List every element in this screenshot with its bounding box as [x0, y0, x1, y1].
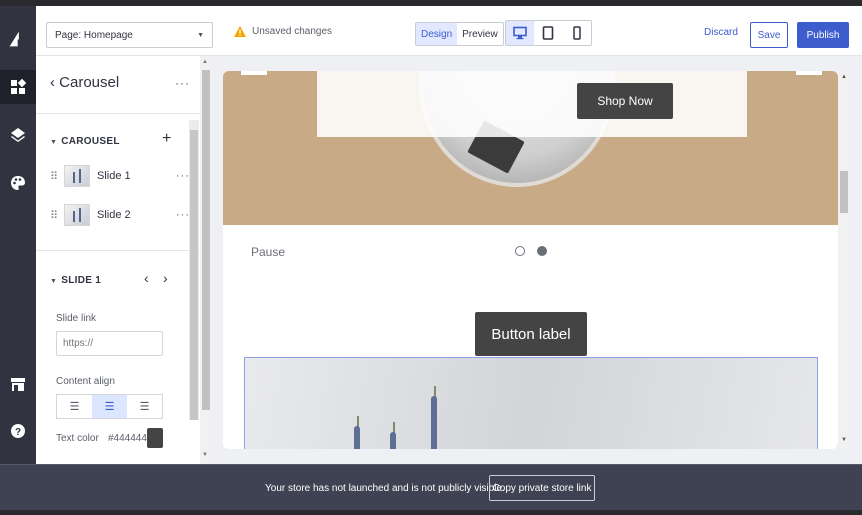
slide-label: Slide 1 — [97, 170, 131, 182]
more-options-icon[interactable]: ··· — [176, 170, 190, 182]
flower-shape — [431, 396, 437, 449]
store-icon[interactable] — [0, 367, 36, 401]
palette-icon[interactable] — [0, 166, 36, 200]
launch-status-message: Your store has not launched and is not p… — [265, 483, 505, 494]
slide-link-input[interactable] — [56, 331, 163, 356]
panel-title: Carousel — [59, 74, 120, 91]
panel-inner-scroll-thumb[interactable] — [190, 130, 198, 420]
page-select[interactable]: Page: Homepage ▼ — [46, 22, 213, 48]
settings-panel: ‹ Carousel ··· ▼ CAROUSEL + ⠿ Slide 1 ···… — [36, 56, 204, 464]
carousel-dot-2[interactable] — [537, 246, 547, 256]
drag-handle-icon[interactable]: ⠿ — [50, 209, 60, 222]
scroll-down-icon[interactable]: ▼ — [841, 437, 847, 443]
text-color-label: Text color — [56, 433, 99, 444]
canvas-scroll-thumb[interactable] — [840, 171, 848, 213]
pause-button[interactable]: Pause — [251, 245, 285, 259]
window-bottom-strip — [0, 510, 862, 515]
unsaved-indicator: Unsaved changes — [234, 26, 332, 37]
previous-slide-icon[interactable]: ‹ — [144, 270, 149, 286]
align-right-icon[interactable]: ☰ — [127, 395, 162, 418]
caret-down-icon: ▼ — [50, 139, 58, 146]
help-icon[interactable]: ? — [0, 414, 36, 448]
editor-app: B ? Page: Homepage ▼ Unsaved changes Des… — [0, 0, 862, 515]
svg-text:?: ? — [15, 427, 21, 438]
carousel-section-toggle[interactable]: ▼ CAROUSEL — [50, 136, 120, 147]
publish-button[interactable]: Publish — [797, 22, 849, 48]
tablet-icon[interactable] — [534, 21, 562, 45]
discard-button[interactable]: Discard — [704, 27, 738, 38]
section-divider — [36, 250, 203, 251]
flower-shape — [390, 432, 396, 449]
back-to-carousel[interactable]: ‹ Carousel — [50, 74, 119, 91]
text-color-swatch[interactable] — [147, 428, 163, 448]
drag-handle-icon[interactable]: ⠿ — [50, 170, 60, 183]
page-select-value: Page: Homepage — [55, 29, 133, 41]
unsaved-label: Unsaved changes — [252, 26, 333, 37]
svg-text:B: B — [17, 38, 24, 49]
add-slide-icon[interactable]: + — [162, 130, 171, 148]
panel-header: ‹ Carousel ··· — [36, 56, 203, 114]
panel-scrollbar[interactable]: ▲ ▼ — [200, 56, 212, 464]
copy-private-link-button[interactable]: Copy private store link — [489, 475, 595, 501]
flower-shape — [354, 426, 360, 449]
hero-content-card: Shop Now — [317, 71, 747, 137]
left-rail: B ? — [0, 6, 36, 464]
carousel-hero-slide[interactable]: Shop Now — [223, 71, 838, 225]
next-slide-icon[interactable]: › — [163, 270, 168, 286]
hero-edge-marker — [241, 71, 267, 75]
preview-mode-button[interactable]: Preview — [457, 23, 503, 45]
layers-icon[interactable] — [0, 118, 36, 152]
slide-section-toggle[interactable]: ▼ SLIDE 1 — [50, 275, 101, 286]
launch-status-bar: Your store has not launched and is not p… — [0, 464, 862, 515]
carousel-section-title: CAROUSEL — [61, 136, 120, 147]
top-toolbar: Page: Homepage ▼ Unsaved changes Design … — [36, 6, 862, 56]
more-options-icon[interactable]: ··· — [176, 209, 190, 221]
align-center-icon[interactable]: ☰ — [92, 395, 127, 418]
canvas-scrollbar[interactable]: ▲ ▼ — [838, 71, 850, 449]
page-preview-frame: Shop Now Pause Button label — [223, 71, 838, 449]
logo-icon[interactable]: B — [6, 28, 30, 52]
slide-thumbnail — [64, 165, 90, 187]
warning-icon — [234, 26, 246, 37]
text-color-value: #444444 — [108, 433, 147, 444]
chevron-down-icon: ▼ — [197, 31, 204, 39]
button-label-button[interactable]: Button label — [475, 312, 587, 356]
sections-icon[interactable] — [0, 70, 36, 104]
scroll-up-icon[interactable]: ▲ — [202, 59, 208, 65]
slide-label: Slide 2 — [97, 209, 131, 221]
carousel-dot-1[interactable] — [515, 246, 525, 256]
slide-thumbnail — [64, 204, 90, 226]
save-button[interactable]: Save — [750, 22, 788, 48]
slide-item-2[interactable]: ⠿ Slide 2 ··· — [50, 201, 190, 229]
design-mode-button[interactable]: Design — [416, 23, 458, 45]
content-align-group: ☰ ☰ ☰ — [56, 394, 163, 419]
panel-inner-scrollbar[interactable] — [189, 120, 199, 420]
device-toggle — [505, 20, 592, 46]
scroll-down-icon[interactable]: ▼ — [202, 452, 208, 458]
caret-down-icon: ▼ — [50, 278, 58, 285]
more-options-icon[interactable]: ··· — [175, 76, 190, 90]
scroll-up-icon[interactable]: ▲ — [841, 74, 847, 80]
selected-image-section[interactable] — [244, 357, 818, 449]
shop-now-button[interactable]: Shop Now — [577, 83, 673, 119]
mobile-icon[interactable] — [563, 21, 591, 45]
slide-item-1[interactable]: ⠿ Slide 1 ··· — [50, 162, 190, 190]
panel-scroll-thumb[interactable] — [202, 70, 210, 410]
desktop-icon[interactable] — [506, 21, 535, 45]
chevron-left-icon: ‹ — [50, 74, 55, 91]
hero-edge-marker — [796, 71, 822, 75]
align-left-icon[interactable]: ☰ — [57, 395, 92, 418]
slide-link-label: Slide link — [56, 313, 97, 324]
slide-section-title: SLIDE 1 — [61, 275, 102, 286]
mode-toggle: Design Preview — [415, 22, 504, 46]
content-align-label: Content align — [56, 376, 115, 387]
preview-canvas: Shop Now Pause Button label ▲ ▼ — [212, 56, 862, 464]
